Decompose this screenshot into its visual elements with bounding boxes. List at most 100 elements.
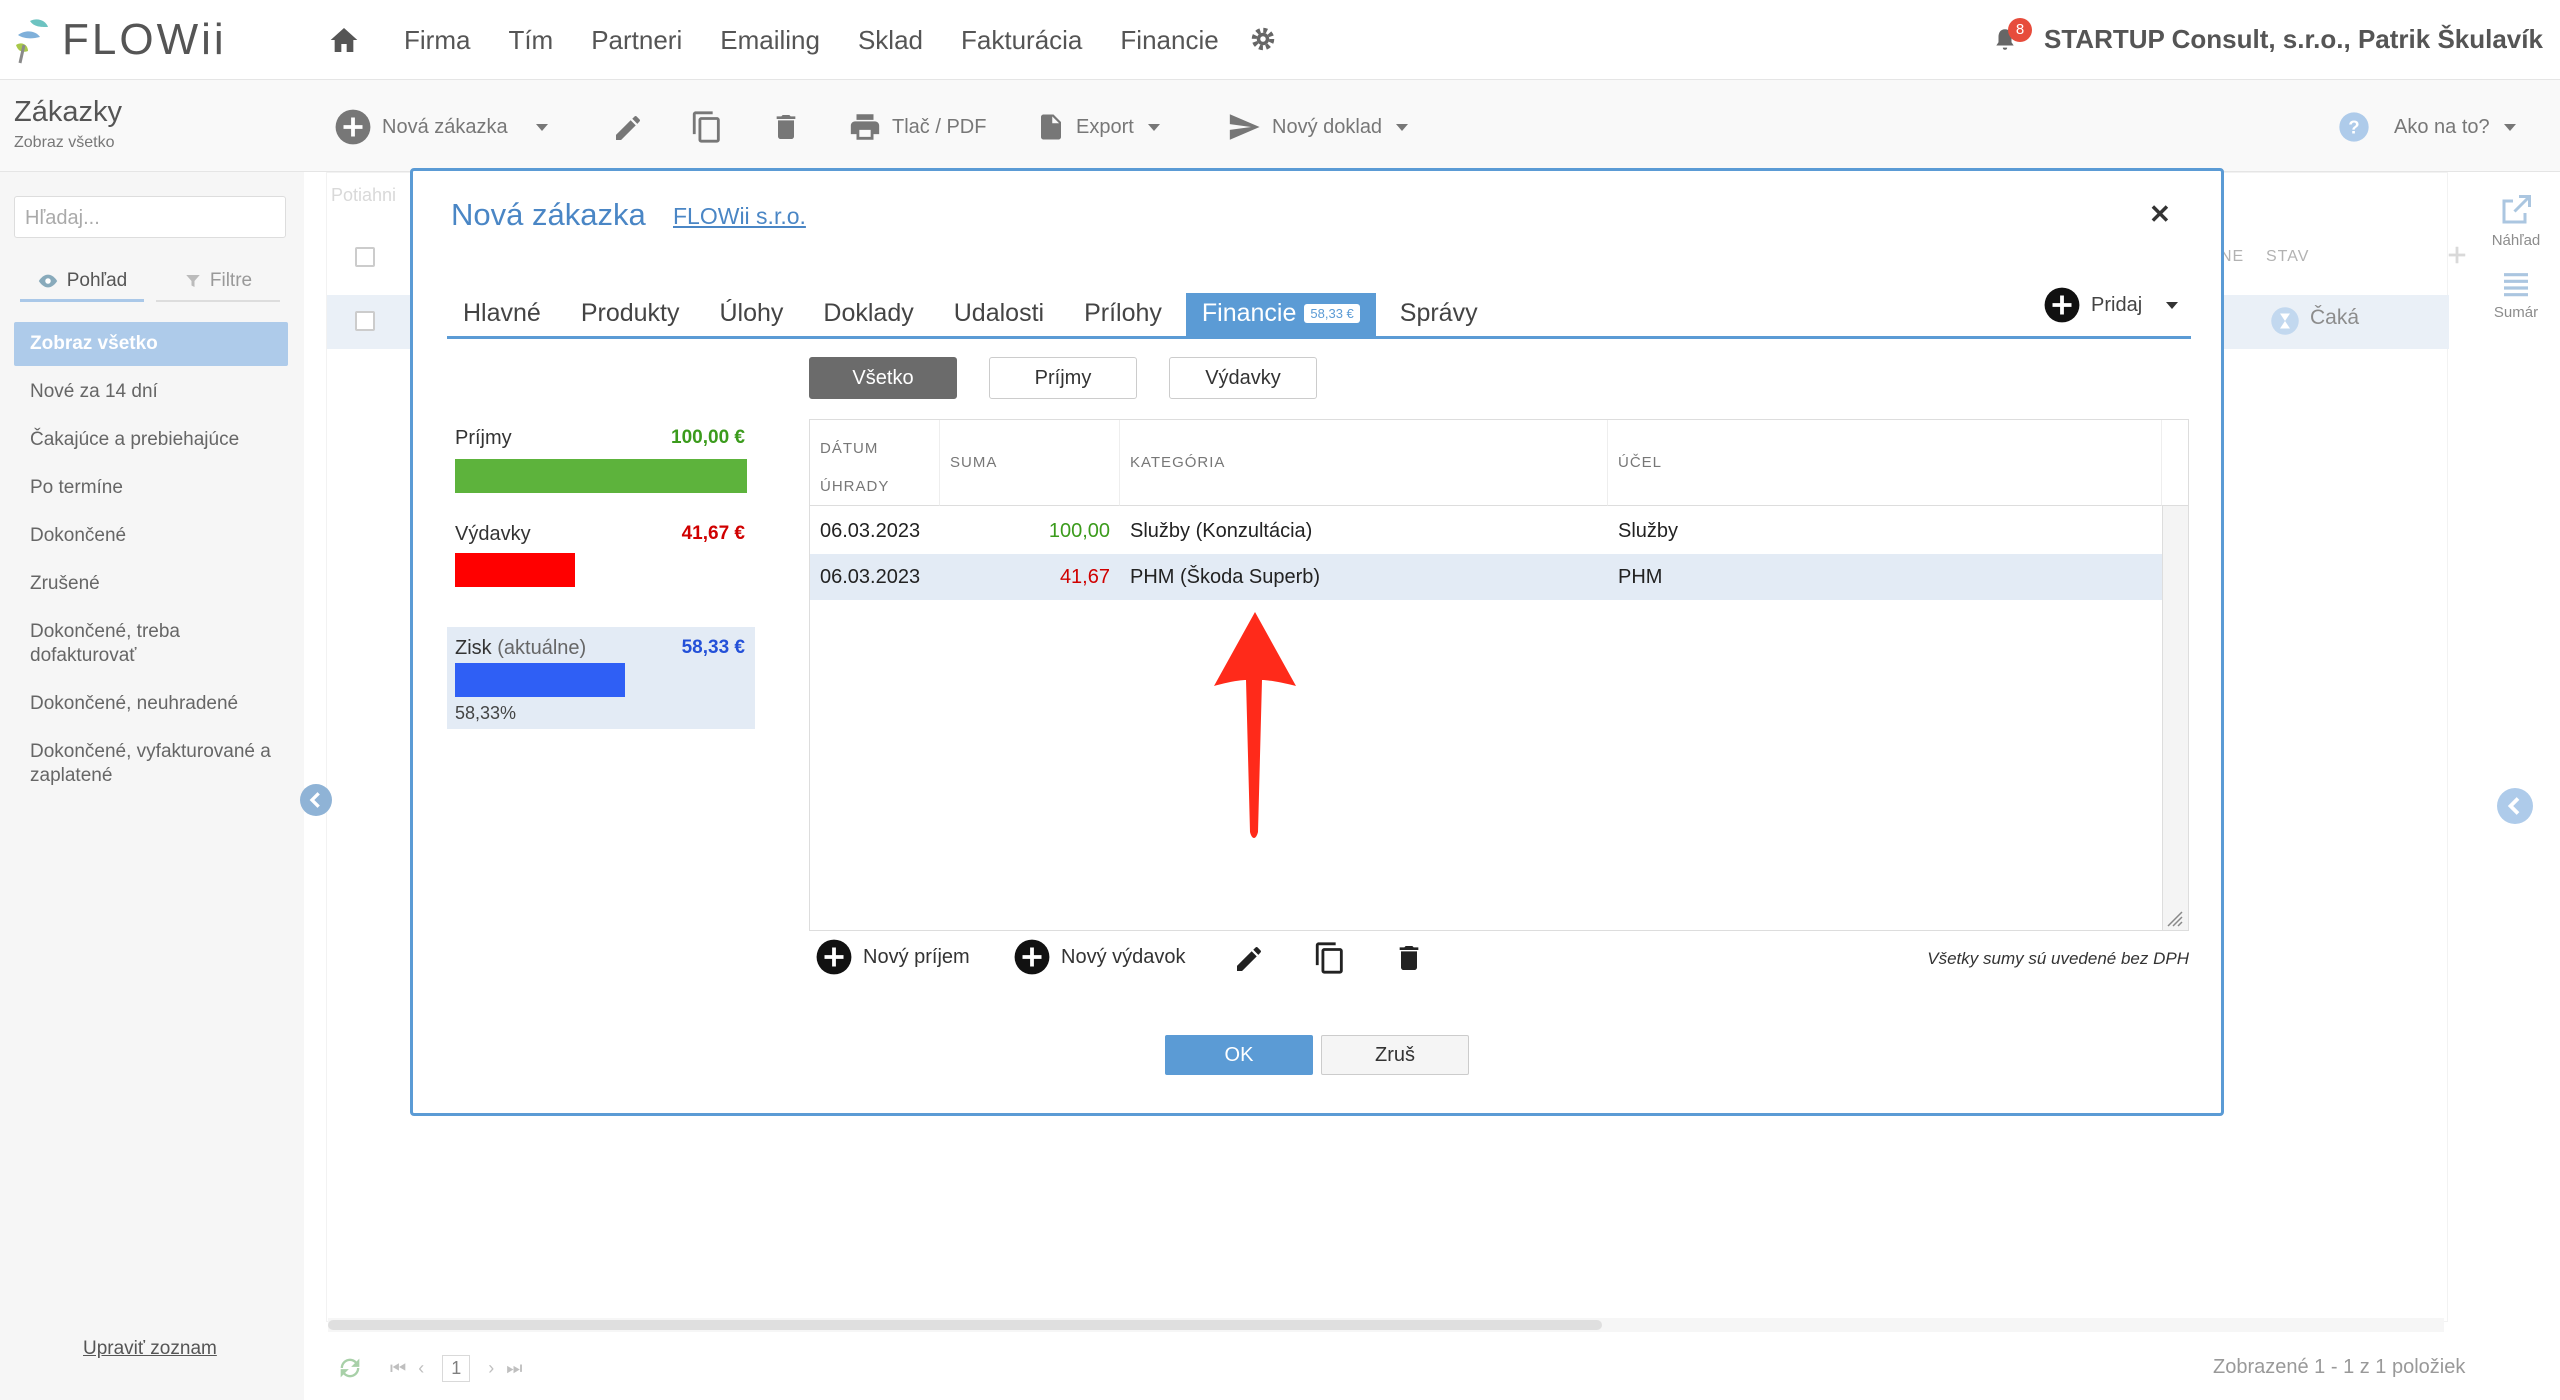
sidebar-item-unpaid[interactable]: Dokončené, neuhradené <box>14 682 288 726</box>
add-button[interactable]: Pridaj <box>2043 285 2179 325</box>
new-expense-button[interactable]: Nový výdavok <box>1013 939 1186 975</box>
edit-icon[interactable] <box>612 112 644 144</box>
export-button[interactable]: Export <box>1036 108 1160 146</box>
chevron-down-icon[interactable] <box>1147 123 1160 131</box>
cell-amount: 41,67 <box>1059 566 1110 588</box>
export-label: Export <box>1076 115 1134 138</box>
nav-partneri[interactable]: Partneri <box>591 25 682 56</box>
grid-header-corner <box>2162 420 2188 506</box>
delete-icon[interactable] <box>770 110 802 144</box>
profit-summary: Zisk (aktuálne) 58,33 € 58,33% <box>447 627 755 729</box>
sidebar-item-overdue[interactable]: Po termíne <box>14 466 288 510</box>
vat-note: Všetky sumy sú uvedené bez DPH <box>1927 949 2189 968</box>
profit-bar <box>455 663 625 697</box>
sidebar-item-completed[interactable]: Dokončené <box>14 514 288 558</box>
search-input[interactable]: Hľadaj... <box>14 196 286 238</box>
chevron-down-icon[interactable] <box>2503 123 2516 131</box>
new-document-button[interactable]: Nový doklad <box>1226 108 1409 146</box>
client-link[interactable]: FLOWii s.r.o. <box>673 203 806 230</box>
nav-financie[interactable]: Financie <box>1120 25 1218 56</box>
help-button[interactable]: ? Ako na to? <box>2338 108 2516 146</box>
chevron-left-icon <box>309 792 320 808</box>
nav-fakturacia[interactable]: Fakturácia <box>961 25 1082 56</box>
new-order-button[interactable]: Nová zákazka <box>334 108 548 146</box>
nav-tim[interactable]: Tím <box>508 25 553 56</box>
cell-purpose: PHM <box>1618 566 1663 588</box>
copy-icon[interactable] <box>690 110 724 144</box>
plus-circle-icon <box>335 109 371 145</box>
send-icon <box>1229 114 1260 140</box>
export-file-icon <box>1041 114 1061 140</box>
filter-income-button[interactable]: Príjmy <box>989 357 1137 399</box>
tab-prilohy[interactable]: Prílohy <box>1068 299 1178 336</box>
sidebar-item-to-invoice[interactable]: Dokončené, treba dofakturovať <box>14 610 288 678</box>
financie-badge: 58,33 € <box>1304 304 1360 323</box>
profit-value: 58,33 € <box>681 637 745 658</box>
grid-vertical-scrollbar[interactable] <box>2162 506 2188 930</box>
resize-handle-icon[interactable] <box>2166 910 2184 928</box>
close-icon[interactable]: ✕ <box>2149 199 2171 230</box>
tab-financie[interactable]: Financie 58,33 € <box>1185 293 1376 336</box>
home-icon[interactable] <box>328 24 360 56</box>
cell-amount: 100,00 <box>1048 520 1110 542</box>
sidebar-item-paid[interactable]: Dokončené, vyfakturované a zaplatené <box>14 730 288 798</box>
company-user-name[interactable]: STARTUP Consult, s.r.o., Patrik Škulavík <box>2044 24 2543 55</box>
column-header-amount[interactable]: SUMA <box>940 420 1120 506</box>
new-income-button[interactable]: Nový príjem <box>815 939 970 975</box>
sidebar-item-cancelled[interactable]: Zrušené <box>14 562 288 606</box>
notification-badge: 8 <box>2008 18 2032 42</box>
filter-expense-button[interactable]: Výdavky <box>1169 357 1317 399</box>
tab-financie-label: Financie <box>1201 299 1297 327</box>
collapse-rail-button[interactable] <box>2497 788 2533 824</box>
sidebar-item-all[interactable]: Zobraz všetko <box>14 322 288 366</box>
filter-icon <box>186 275 200 287</box>
expense-label: Výdavky <box>455 523 531 545</box>
chevron-left-icon <box>2507 797 2520 815</box>
tab-udalosti[interactable]: Udalosti <box>938 299 1060 336</box>
tab-view[interactable]: Pohľad <box>20 262 144 302</box>
tab-filter[interactable]: Filtre <box>156 262 280 302</box>
cancel-button[interactable]: Zruš <box>1321 1035 1469 1075</box>
column-header-purpose[interactable]: ÚČEL <box>1608 420 2162 506</box>
nav-sklad[interactable]: Sklad <box>858 25 923 56</box>
nav-firma[interactable]: Firma <box>404 25 470 56</box>
column-header-category[interactable]: KATEGÓRIA <box>1120 420 1608 506</box>
ok-button[interactable]: OK <box>1165 1035 1313 1075</box>
chevron-down-icon[interactable] <box>1396 123 1409 131</box>
chevron-down-icon[interactable] <box>2166 301 2179 309</box>
tab-ulohy[interactable]: Úlohy <box>704 299 800 336</box>
delete-icon[interactable] <box>1393 941 1425 975</box>
add-label: Pridaj <box>2091 293 2143 316</box>
income-bar <box>455 459 747 493</box>
plus-circle-icon <box>1014 939 1050 975</box>
help-label: Ako na to? <box>2394 115 2490 138</box>
plus-circle-icon <box>2044 287 2080 323</box>
table-row[interactable]: 06.03.2023 41,67 PHM (Škoda Superb) PHM <box>810 554 2162 600</box>
print-pdf-button[interactable]: Tlač / PDF <box>848 108 986 146</box>
new-order-modal: Nová zákazka FLOWii s.r.o. ✕ Hlavné Prod… <box>410 168 2224 1116</box>
page-title: Zákazky <box>14 96 122 128</box>
collapse-sidebar-button[interactable] <box>300 784 332 816</box>
chevron-down-icon[interactable] <box>535 123 548 131</box>
table-row[interactable]: 06.03.2023 100,00 Služby (Konzultácia) S… <box>810 508 2162 554</box>
tab-spravy[interactable]: Správy <box>1384 299 1494 336</box>
edit-list-link[interactable]: Upraviť zoznam <box>83 1338 217 1360</box>
cell-date: 06.03.2023 <box>820 566 921 588</box>
gear-icon[interactable] <box>1248 24 1278 54</box>
sidebar-item-waiting[interactable]: Čakajúce a prebiehajúce <box>14 418 288 462</box>
sidebar-item-new-14-days[interactable]: Nové za 14 dní <box>14 370 288 414</box>
printer-icon <box>850 114 880 140</box>
new-order-label: Nová zákazka <box>382 115 508 138</box>
tab-produkty[interactable]: Produkty <box>565 299 696 336</box>
nav-emailing[interactable]: Emailing <box>720 25 820 56</box>
flowii-logo[interactable]: FLOWii <box>12 10 227 70</box>
filter-all-button[interactable]: Všetko <box>809 357 957 399</box>
column-header-date[interactable]: DÁTUM ÚHRADY <box>810 420 940 506</box>
profit-label-row: Zisk (aktuálne) <box>455 637 586 660</box>
flowii-logo-icon <box>16 19 48 64</box>
tab-hlavne[interactable]: Hlavné <box>447 299 557 336</box>
new-expense-label: Nový výdavok <box>1061 945 1186 968</box>
tab-doklady[interactable]: Doklady <box>807 299 929 336</box>
edit-icon[interactable] <box>1233 943 1265 975</box>
copy-icon[interactable] <box>1313 941 1347 975</box>
